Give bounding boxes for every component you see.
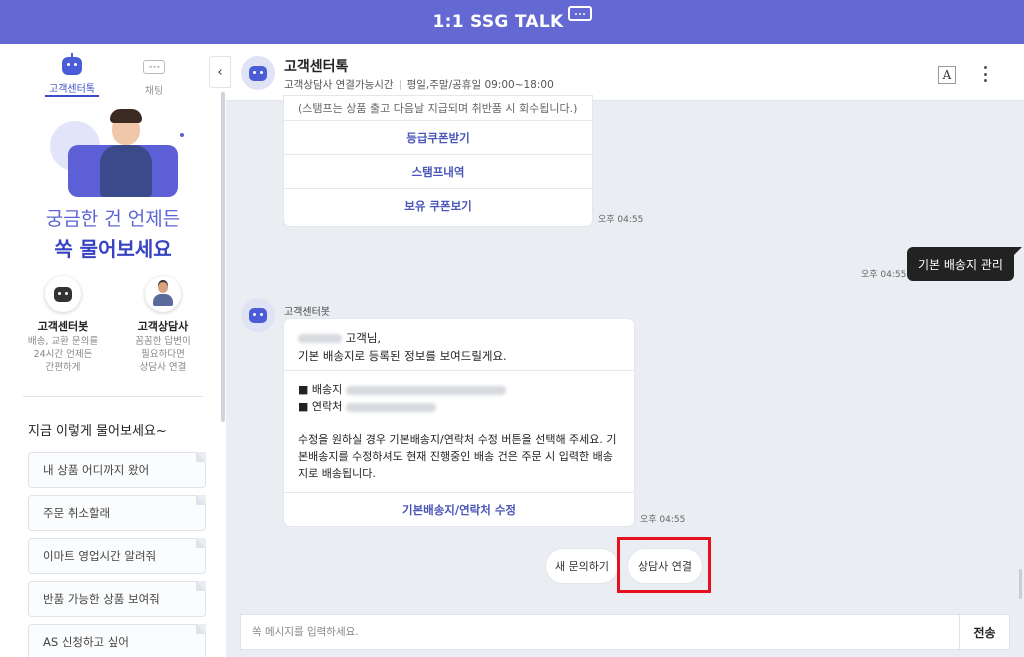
bot-avatar bbox=[241, 56, 275, 90]
bot-name: 고객센터봇 bbox=[284, 307, 330, 318]
highlight-box bbox=[617, 537, 711, 593]
chat-bubble-icon bbox=[567, 6, 592, 21]
chat-header: 고객센터톡 고객상담사 연결가능시간 평일,주말/공휴일 09:00~18:00… bbox=[226, 44, 1024, 101]
new-inquiry-button[interactable]: 새 문의하기 bbox=[545, 548, 619, 584]
hero-text-line2: 쏙 물어보세요 bbox=[54, 237, 172, 261]
agent-person-icon bbox=[152, 282, 174, 306]
chevron-left-icon: ‹ bbox=[217, 64, 223, 80]
hero-illustration bbox=[0, 101, 226, 197]
redacted-phone bbox=[345, 402, 436, 412]
robot-icon bbox=[249, 65, 267, 81]
font-size-button[interactable]: A bbox=[938, 66, 956, 84]
coupon-card: (스탬프는 상품 출고 다음날 지급되며 취반품 시 회수됩니다.) 등급쿠폰받… bbox=[284, 96, 592, 226]
more-menu-button[interactable] bbox=[980, 64, 990, 84]
suggestion-item[interactable]: 이마트 영업시간 알려줘 bbox=[28, 538, 206, 575]
divider bbox=[23, 396, 203, 398]
app-title: 1:1 SSG TALK bbox=[432, 6, 592, 32]
chat-area: 고객센터톡 고객상담사 연결가능시간 평일,주말/공휴일 09:00~18:00… bbox=[226, 44, 1024, 657]
chat-scrollbar[interactable] bbox=[1019, 569, 1022, 599]
message-time: 오후 04:55 bbox=[861, 270, 907, 280]
user-message: 기본 배송지 관리 bbox=[907, 247, 1022, 281]
suggest-title: 지금 이렇게 물어보세요~ bbox=[28, 424, 167, 440]
agent-human: 고객상담사 꼼꼼한 답변이 필요하다면 상담사 연결 bbox=[127, 276, 199, 374]
app-header: 1:1 SSG TALK bbox=[0, 0, 1024, 44]
robot-icon bbox=[62, 53, 82, 75]
suggestion-item[interactable]: 내 상품 어디까지 왔어 bbox=[28, 452, 206, 489]
address-card: 고객님, 기본 배송지로 등록된 정보를 보여드릴게요. ■ 배송지 ■ 연락처… bbox=[284, 319, 634, 526]
address-info: ■ 배송지 ■ 연락처 수정을 원하실 경우 기본배송지/연락처 수정 버튼을 … bbox=[284, 371, 634, 492]
suggestion-item[interactable]: 주문 취소할래 bbox=[28, 495, 206, 532]
stamp-note: (스탬프는 상품 출고 다음날 지급되며 취반품 시 회수됩니다.) bbox=[298, 102, 578, 115]
chat-icon: ••• bbox=[143, 60, 165, 74]
left-panel: 고객센터톡 ••• 채팅 궁금한 건 언제든 쏙 물어보세요 고객센터봇 배송,… bbox=[0, 44, 226, 657]
agent-bot: 고객센터봇 배송, 교환 문의를 24시간 언제든 간편하게 bbox=[27, 276, 99, 374]
agent-types: 고객센터봇 배송, 교환 문의를 24시간 언제든 간편하게 고객상담사 꼼꼼한… bbox=[0, 276, 226, 374]
send-button[interactable]: 전송 bbox=[959, 615, 1009, 649]
agent-hours: 고객상담사 연결가능시간 평일,주말/공휴일 09:00~18:00 bbox=[284, 79, 554, 91]
tab-customer-center[interactable]: 고객센터톡 bbox=[45, 53, 99, 97]
greeting: 고객님, 기본 배송지로 등록된 정보를 보여드릴게요. bbox=[284, 319, 634, 371]
grade-coupon-button[interactable]: 등급쿠폰받기 bbox=[284, 120, 592, 154]
stamp-history-button[interactable]: 스탬프내역 bbox=[284, 154, 592, 188]
more-icon bbox=[983, 66, 987, 69]
hero-text-line1: 궁금한 건 언제든 bbox=[45, 208, 181, 230]
tab-chat[interactable]: ••• 채팅 bbox=[127, 56, 181, 101]
redacted-name bbox=[298, 334, 342, 343]
message-input[interactable] bbox=[241, 615, 959, 649]
suggestion-item[interactable]: AS 신청하고 싶어 bbox=[28, 624, 206, 657]
address-body: 수정을 원하실 경우 기본배송지/연락처 수정 버튼을 선택해 주세요. 기본배… bbox=[298, 433, 617, 481]
left-tabs: 고객센터톡 ••• 채팅 bbox=[0, 44, 226, 101]
redacted-address bbox=[345, 385, 506, 395]
robot-icon bbox=[249, 307, 267, 323]
suggestion-item[interactable]: 반품 가능한 상품 보여줘 bbox=[28, 581, 206, 618]
left-scrollbar[interactable] bbox=[221, 92, 225, 422]
collapse-panel-button[interactable]: ‹ bbox=[209, 56, 231, 88]
edit-address-button[interactable]: 기본배송지/연락처 수정 bbox=[284, 492, 634, 526]
message-time: 오후 04:55 bbox=[640, 515, 686, 525]
agent-illustration bbox=[96, 109, 156, 197]
my-coupons-button[interactable]: 보유 쿠폰보기 bbox=[284, 188, 592, 222]
robot-icon bbox=[54, 286, 72, 302]
message-input-bar: 전송 bbox=[240, 614, 1010, 650]
chat-name: 고객센터톡 bbox=[284, 59, 349, 75]
suggestion-list: 내 상품 어디까지 왔어 주문 취소할래 이마트 영업시간 알려줘 반품 가능한… bbox=[28, 452, 226, 657]
bot-avatar bbox=[241, 298, 275, 332]
message-time: 오후 04:55 bbox=[598, 215, 644, 225]
